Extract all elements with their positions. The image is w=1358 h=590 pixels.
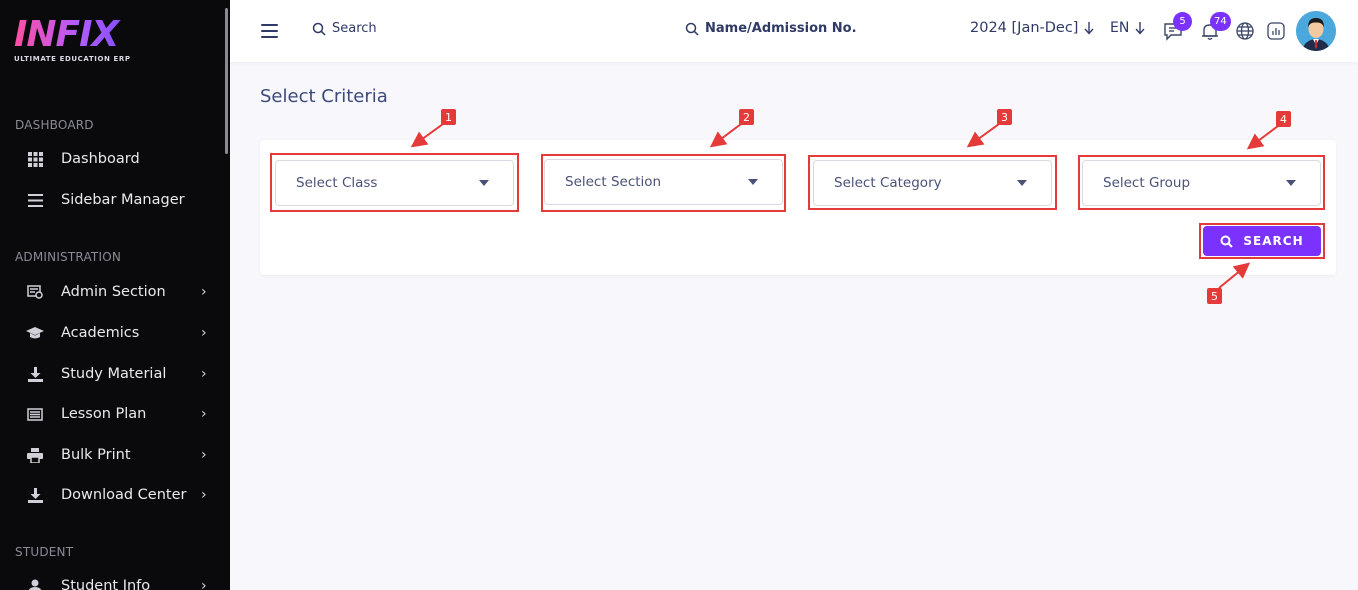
annotation-arrows	[410, 123, 1279, 289]
annotation-marker-1: 1	[441, 109, 456, 125]
annotation-marker-3: 3	[997, 109, 1012, 125]
annotation-marker-2: 2	[739, 109, 754, 125]
annotation-marker-4: 4	[1276, 111, 1291, 127]
annotation-marker-5: 5	[1207, 288, 1222, 304]
